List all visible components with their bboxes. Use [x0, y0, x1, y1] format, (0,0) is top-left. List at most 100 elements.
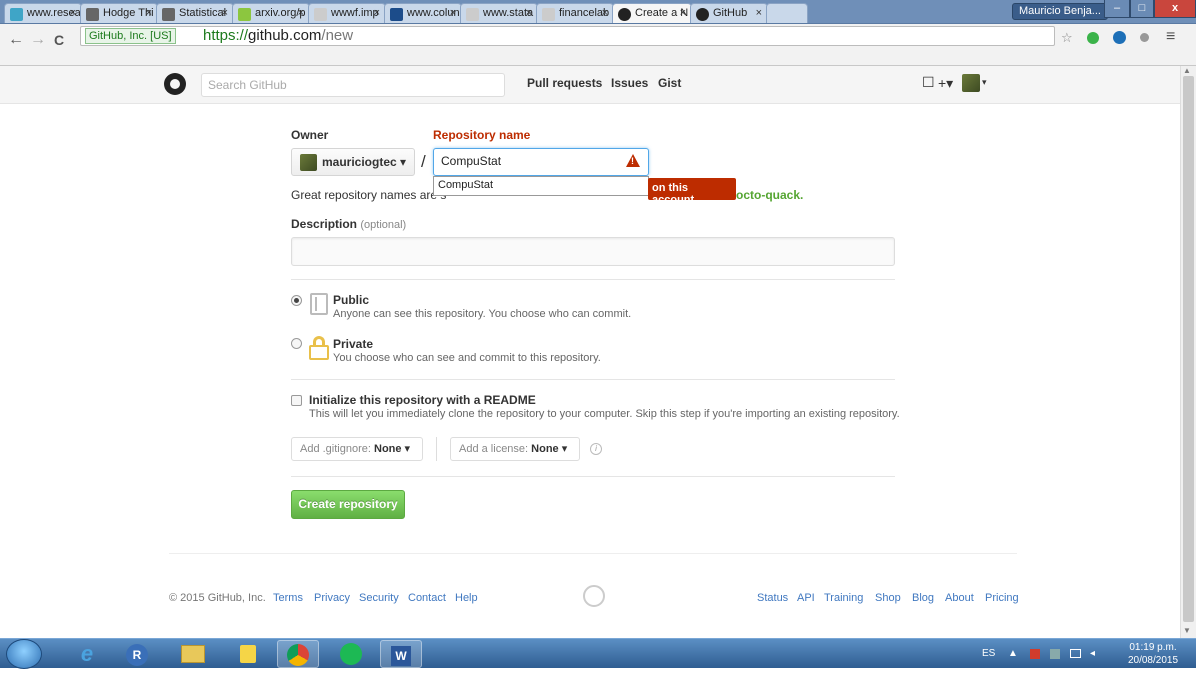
footer-copyright: © 2015 GitHub, Inc.: [169, 592, 266, 604]
tab-close-icon[interactable]: ×: [680, 7, 686, 19]
description-label: Description (optional): [291, 217, 407, 231]
repo-name-label: Repository name: [433, 128, 531, 142]
divider: [291, 476, 895, 477]
select-separator: [436, 437, 437, 461]
license-select[interactable]: Add a license: None ▾: [450, 437, 580, 461]
nav-pull-requests[interactable]: Pull requests: [527, 76, 602, 90]
description-input[interactable]: [291, 237, 895, 266]
back-icon[interactable]: ←: [8, 31, 24, 49]
browser-tab[interactable]: www.stata ×: [460, 3, 538, 23]
browser-tab[interactable]: GitHub ×: [690, 3, 768, 23]
nav-issues[interactable]: Issues: [611, 76, 648, 90]
maximize-button[interactable]: □: [1130, 0, 1154, 18]
github-favicon-icon: [696, 8, 709, 21]
secure-badge[interactable]: GitHub, Inc. [US]: [85, 28, 176, 44]
suggested-name[interactable]: octo-quack.: [736, 188, 803, 202]
network-icon[interactable]: [1070, 649, 1081, 658]
divider: [291, 379, 895, 380]
footer-link-status[interactable]: Status: [757, 592, 788, 604]
tray-app-icon[interactable]: [1050, 649, 1060, 659]
tab-close-icon[interactable]: ×: [70, 7, 76, 19]
close-window-button[interactable]: x: [1154, 0, 1196, 18]
avatar-caret-icon[interactable]: ▾: [982, 77, 987, 88]
browser-tab[interactable]: Hodge Thi ×: [80, 3, 158, 23]
tab-close-icon[interactable]: ×: [298, 7, 304, 19]
word-icon[interactable]: W: [380, 640, 422, 668]
language-indicator[interactable]: ES: [982, 648, 995, 659]
private-radio[interactable]: [291, 338, 302, 349]
tab-favicon-icon: [10, 8, 23, 21]
internet-explorer-icon[interactable]: e: [66, 640, 108, 668]
forward-icon[interactable]: →: [30, 31, 46, 49]
chrome-icon[interactable]: [277, 640, 319, 668]
address-bar[interactable]: GitHub, Inc. [US] https://github.com/new: [80, 26, 1055, 46]
create-repository-button[interactable]: Create repository: [291, 490, 405, 519]
create-new-icon[interactable]: +▾: [938, 75, 953, 92]
github-logo-icon[interactable]: [164, 73, 186, 95]
repo-name-input[interactable]: CompuStat: [433, 148, 649, 176]
divider: [291, 279, 895, 280]
start-button[interactable]: [6, 639, 42, 669]
bookmark-star-icon[interactable]: ☆: [1061, 30, 1073, 46]
tray-arrow-icon[interactable]: ▲: [1008, 648, 1018, 659]
chrome-menu-icon[interactable]: ≡: [1166, 28, 1175, 46]
footer-link-training[interactable]: Training: [824, 592, 863, 604]
reload-icon[interactable]: C: [54, 32, 64, 48]
tab-close-icon[interactable]: ×: [450, 7, 456, 19]
sticky-notes-icon[interactable]: [227, 640, 269, 668]
new-tab-button[interactable]: [766, 3, 808, 23]
footer-link-help[interactable]: Help: [455, 592, 478, 604]
scrollbar-thumb[interactable]: [1183, 76, 1194, 622]
nav-gist[interactable]: Gist: [658, 76, 681, 90]
info-icon[interactable]: i: [590, 443, 602, 455]
tab-favicon-icon: [466, 8, 479, 21]
extension-icon[interactable]: [1140, 33, 1149, 42]
window-user-badge[interactable]: Mauricio Benja...: [1012, 3, 1108, 20]
action-center-icon[interactable]: [1030, 649, 1040, 659]
tab-close-icon[interactable]: ×: [526, 7, 532, 19]
tab-close-icon[interactable]: ×: [756, 7, 762, 19]
lock-icon: [309, 336, 329, 360]
file-explorer-icon[interactable]: [172, 640, 214, 668]
tab-close-icon[interactable]: ×: [222, 7, 228, 19]
readme-checkbox[interactable]: [291, 395, 302, 406]
scroll-down-icon[interactable]: ▼: [1183, 626, 1191, 635]
extension-icon[interactable]: [1087, 32, 1099, 44]
browser-tab[interactable]: www.resea ×: [4, 3, 82, 23]
footer-link-terms[interactable]: Terms: [273, 592, 303, 604]
tab-favicon-icon: [390, 8, 403, 21]
tab-close-icon[interactable]: ×: [374, 7, 380, 19]
browser-tab-active[interactable]: Create a N ×: [612, 3, 692, 23]
footer-link-api[interactable]: API: [797, 592, 815, 604]
footer-link-about[interactable]: About: [945, 592, 974, 604]
system-clock[interactable]: 01:19 p.m. 20/08/2015: [1112, 641, 1194, 667]
browser-tab[interactable]: financelab ×: [536, 3, 614, 23]
tab-close-icon[interactable]: ×: [146, 7, 152, 19]
scroll-up-icon[interactable]: ▲: [1183, 66, 1191, 75]
inbox-icon[interactable]: ☐: [922, 74, 935, 91]
footer-link-contact[interactable]: Contact: [408, 592, 446, 604]
public-radio[interactable]: [291, 295, 302, 306]
footer-link-privacy[interactable]: Privacy: [314, 592, 350, 604]
volume-icon[interactable]: ◂: [1090, 648, 1095, 659]
spotify-icon[interactable]: [330, 640, 372, 668]
avatar[interactable]: [962, 74, 980, 92]
extension-icon[interactable]: [1113, 31, 1126, 44]
readme-title[interactable]: Initialize this repository with a README: [309, 393, 536, 407]
minimize-button[interactable]: –: [1104, 0, 1130, 18]
search-input[interactable]: Search GitHub: [201, 73, 505, 97]
footer-link-security[interactable]: Security: [359, 592, 399, 604]
browser-tab[interactable]: arxiv.org/p ×: [232, 3, 310, 23]
r-icon[interactable]: R: [116, 640, 158, 668]
github-footer-logo-icon[interactable]: [583, 585, 605, 607]
autocomplete-suggestion[interactable]: CompuStat: [433, 176, 649, 196]
owner-select[interactable]: mauriciogtec ▾: [291, 148, 415, 176]
gitignore-select[interactable]: Add .gitignore: None ▾: [291, 437, 423, 461]
browser-tab[interactable]: www.colun ×: [384, 3, 462, 23]
browser-tab[interactable]: wwwf.imp ×: [308, 3, 386, 23]
footer-link-shop[interactable]: Shop: [875, 592, 901, 604]
browser-tab[interactable]: Statistical ×: [156, 3, 234, 23]
tab-close-icon[interactable]: ×: [602, 7, 608, 19]
footer-link-blog[interactable]: Blog: [912, 592, 934, 604]
footer-link-pricing[interactable]: Pricing: [985, 592, 1019, 604]
